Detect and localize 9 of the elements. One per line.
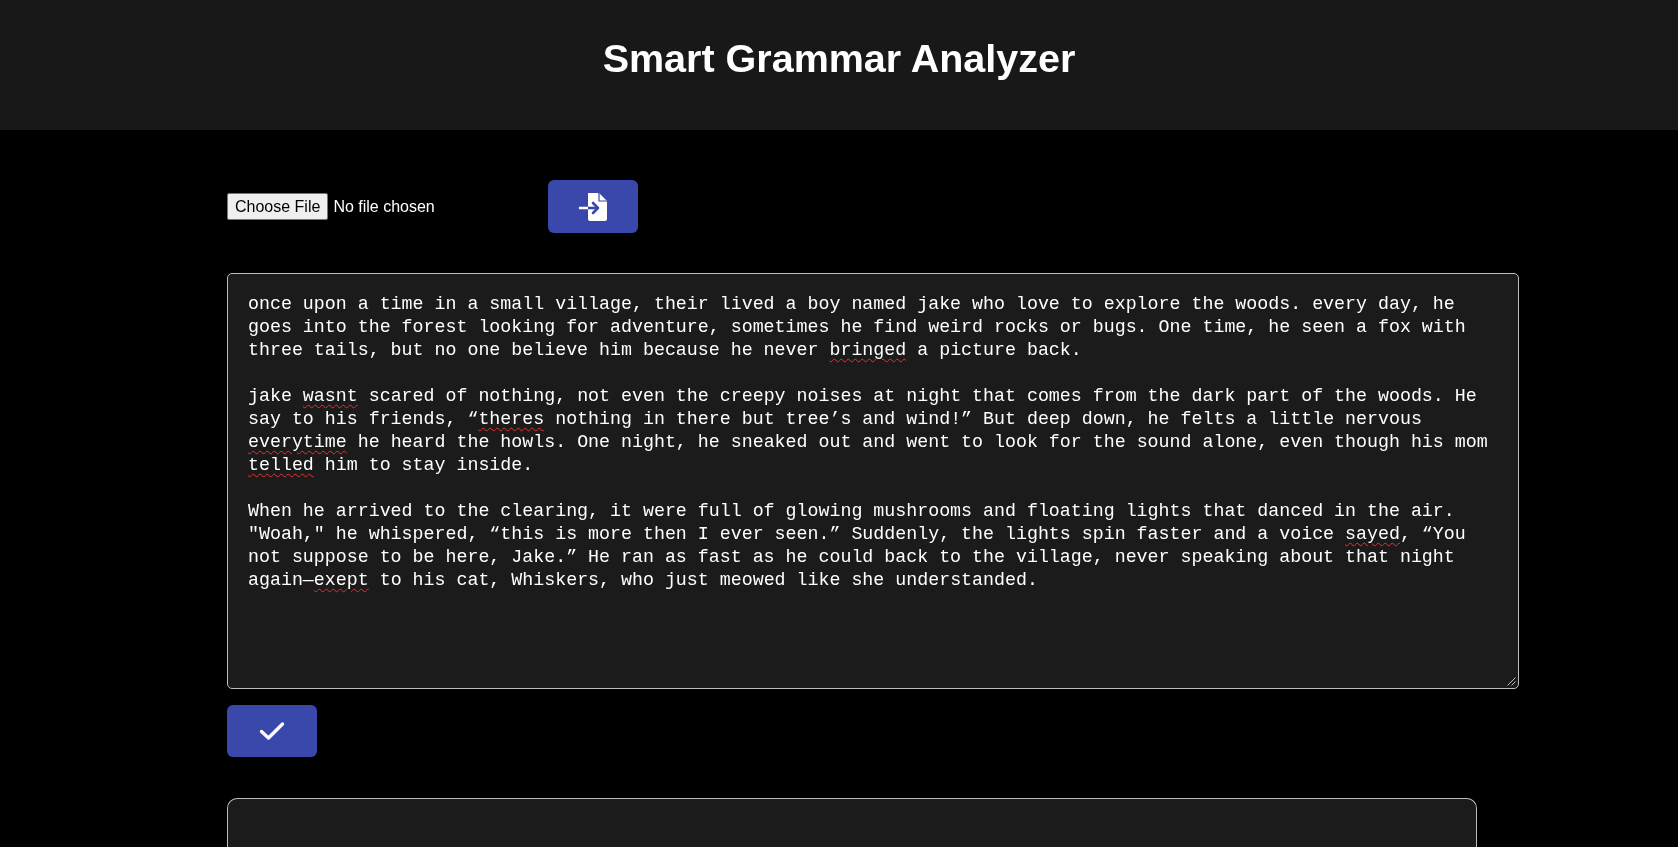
file-import-icon (578, 191, 608, 222)
app-title: Smart Grammar Analyzer (602, 39, 1076, 79)
resize-grip-icon[interactable] (1507, 677, 1516, 686)
text-input-area[interactable]: once upon a time in a small village, their lived a boy named jake who love to explore the woods. every day, he goes into the forest looking for adventure, sometimes he find weird rocks or bugs. One time, he seen a fox with three tails, but no one believe him because he never bringed a picture back. jake wasnt scared of nothing, not even the creepy noises at night that comes from the dark part of the woods. He say to his friends, “theres nothing in there but tree’s and wind!” But deep down, he felts a little nervous everytime he heard the howls. One night, he sneaked out and went to look for the sound alone, even though his mom telled him to stay inside. When he arrived to the clearing, it were full of glowing mushrooms and floating lights that danced in the air. "Woah," he whispered, “this is more then I ever seen.” Suddenly, the lights spin faster and a voice sayed, “You not suppose to be here, Jake.” He ran as fast as he could back to the village, never speaking about that night again—exept to his cat, Whiskers, who just meowed like she understanded. (227, 273, 1519, 689)
checkmark-icon (259, 721, 285, 741)
check-button[interactable] (227, 705, 317, 757)
choose-file-button[interactable]: Choose File (227, 193, 329, 220)
upload-button[interactable] (548, 180, 638, 233)
file-status-text: No file chosen (333, 197, 435, 216)
